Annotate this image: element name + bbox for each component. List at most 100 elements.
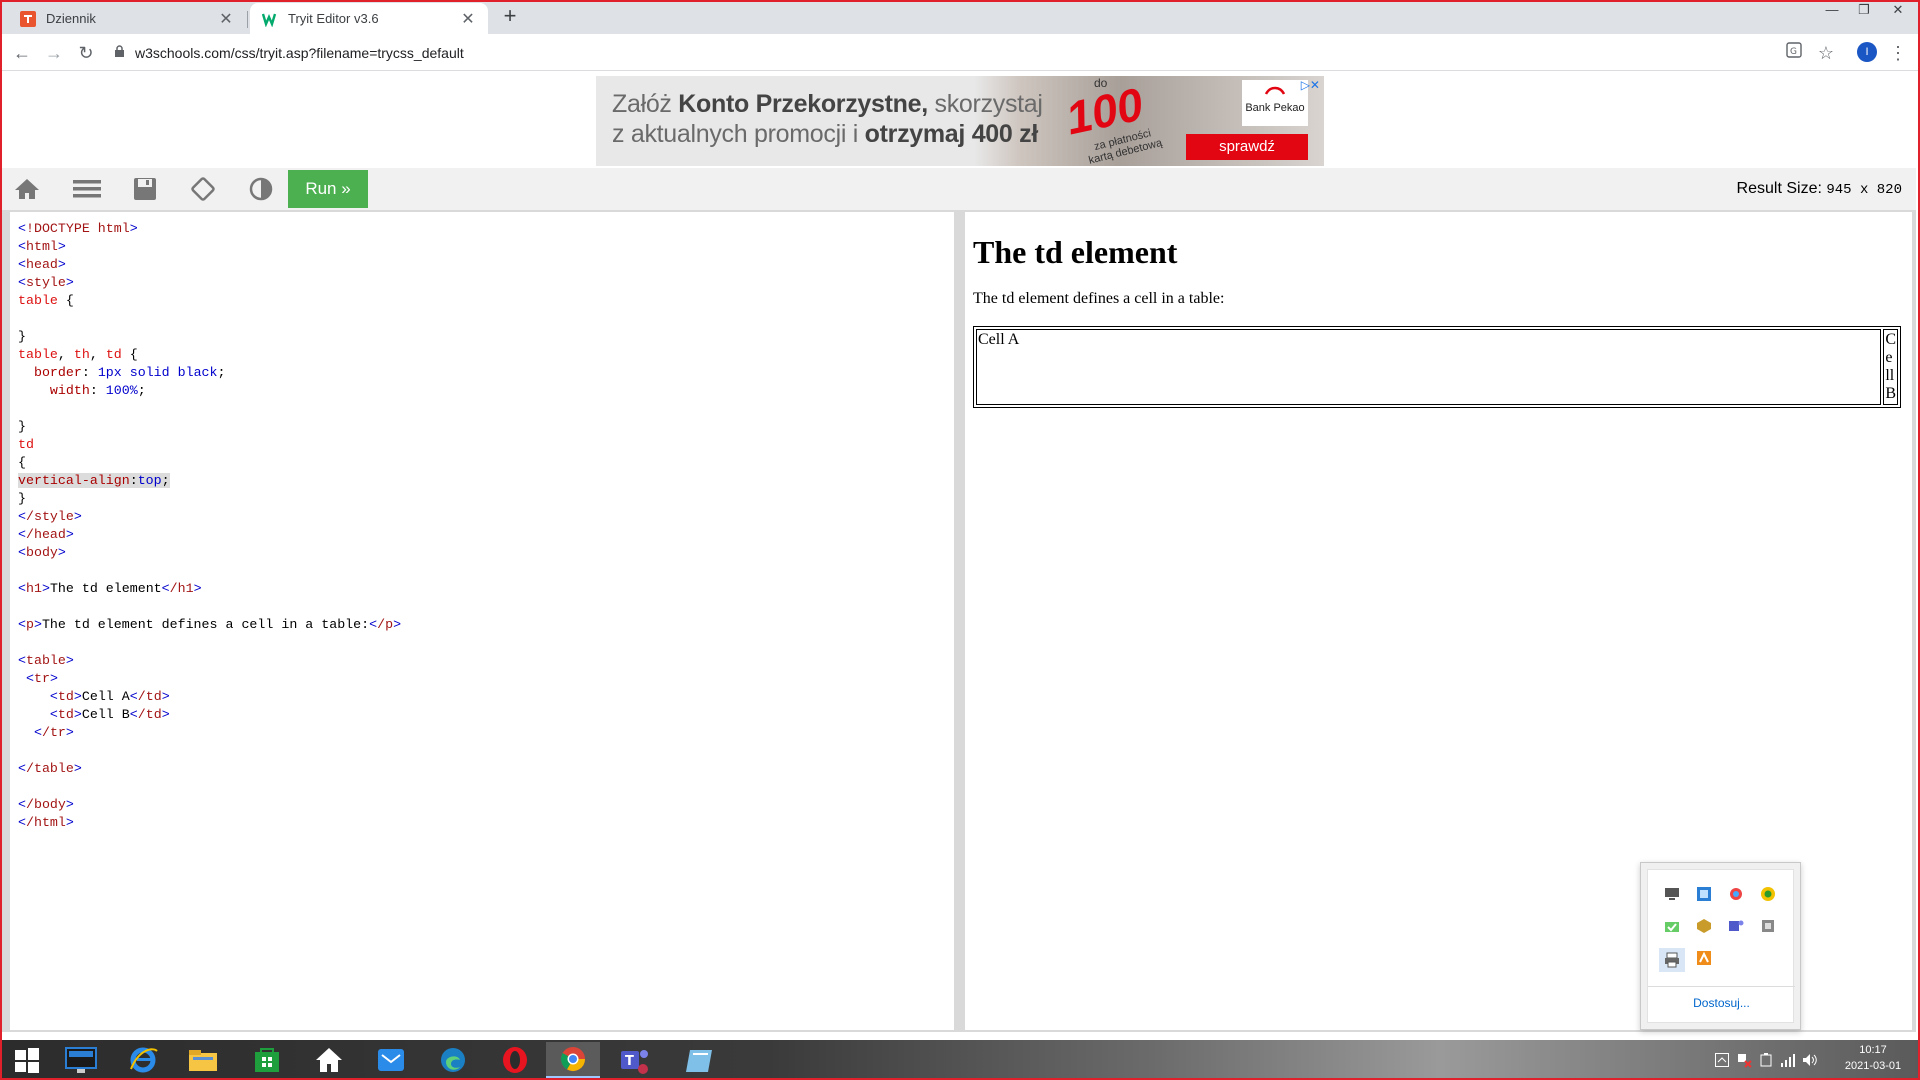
teams-app-icon[interactable]: T [608,1042,662,1078]
code-line: ​ [18,310,401,328]
system-clock[interactable]: 10:17 2021-03-01 [1838,1042,1908,1074]
code-line: border: 1px solid black; [33,365,226,380]
tray-overflow-popup: Dostosuj... [1640,862,1801,1030]
close-tab-icon[interactable]: ✕ [460,9,476,29]
home-app-icon[interactable] [302,1042,356,1078]
ad-bank-logo: Bank Pekao [1242,80,1308,126]
network-tray-icon[interactable] [1694,884,1714,904]
start-button[interactable] [0,1042,54,1078]
bank-logo-icon [1264,86,1286,95]
tab-strip: Dziennik ✕ Tryit Editor v3.6 ✕ + — ❐ ✕ [0,0,1920,34]
code-line: </style> [18,509,82,524]
show-hidden-icons-icon[interactable] [1714,1052,1730,1068]
code-line: } [18,329,26,344]
code-line: ​ [18,598,401,616]
run-button[interactable]: Run » [288,170,368,208]
file-explorer-icon[interactable] [176,1042,230,1078]
tab-tryit-editor[interactable]: Tryit Editor v3.6 ✕ [250,3,488,34]
code-line: </tr> [33,725,74,740]
code-line: <td>Cell A</td> [49,689,170,704]
reload-icon[interactable]: ↻ [74,41,98,65]
code-line: </table> [18,761,82,776]
back-icon[interactable]: ← [10,41,34,65]
mail-app-icon[interactable] [364,1042,418,1078]
dziennik-favicon-icon [20,10,36,27]
code-line: } [18,419,26,434]
code-editor[interactable]: <!DOCTYPE html> <html> <head> <style> table … [10,212,954,1030]
ad-headline-line1: Załóż Konto Przekorzystne, skorzystaj [612,90,1043,118]
translate-icon[interactable]: G [1782,41,1806,65]
ad-close-icon[interactable]: ▷✕ [1301,78,1320,92]
edge-icon[interactable] [426,1042,480,1078]
minimize-icon[interactable]: — [1816,0,1848,20]
tab-dziennik[interactable]: Dziennik ✕ [8,3,246,34]
device-tray-icon[interactable] [1758,916,1778,936]
tab-label: Dziennik [46,11,96,26]
lenovo-app-icon[interactable] [54,1042,108,1078]
internet-explorer-icon[interactable] [116,1042,170,1078]
bookmark-star-icon[interactable]: ☆ [1814,41,1838,65]
volume-tray-icon[interactable] [1802,1052,1818,1068]
code-line: ​ [18,634,401,652]
power-tray-icon[interactable] [1758,1052,1774,1068]
store-icon[interactable] [240,1042,294,1078]
code-content[interactable]: <!DOCTYPE html> <html> <head> <style> table … [18,220,401,832]
table-row: Cell A Cell B [976,329,1898,405]
code-line: <html> [18,239,66,254]
display-tray-icon[interactable] [1662,884,1682,904]
new-tab-button[interactable]: + [498,5,522,29]
code-line: td [18,437,34,452]
profile-avatar[interactable]: I [1857,42,1877,62]
save-icon[interactable] [130,176,160,202]
code-line: ​ [18,778,401,796]
code-line: </body> [18,797,74,812]
code-line: table { [18,293,74,308]
cell-b: Cell B [1883,329,1898,405]
restore-icon[interactable]: ❐ [1848,0,1880,20]
menu-icon[interactable] [72,176,102,202]
flag-tray-icon[interactable] [1736,1052,1752,1068]
close-tab-icon[interactable]: ✕ [218,9,234,29]
home-icon[interactable] [12,176,42,202]
result-paragraph: The td element defines a cell in a table… [973,290,1225,307]
menu-kebab-icon[interactable]: ⋮ [1886,41,1910,65]
security-check-tray-icon[interactable] [1662,916,1682,936]
printer-tray-icon[interactable] [1659,948,1685,972]
colorful-tray-icon[interactable] [1726,884,1746,904]
code-line: <td>Cell B</td> [49,707,170,722]
code-line: </head> [18,527,74,542]
windows-logo-icon [15,1048,39,1073]
rotate-orientation-icon[interactable] [188,176,218,202]
teams-tray-icon[interactable] [1726,916,1746,936]
app-tray-icon[interactable] [1694,948,1714,968]
code-line: <h1>The td element</h1> [18,581,202,596]
tray-overflow-panel: Dostosuj... [1647,869,1795,1023]
package-tray-icon[interactable] [1694,916,1714,936]
result-heading: The td element [973,234,1178,270]
code-line: ​ [18,742,401,760]
ad-cta-button[interactable]: sprawdź [1186,134,1308,160]
tray-separator [1648,986,1795,987]
opera-icon[interactable] [488,1042,542,1078]
contrast-icon[interactable] [246,176,276,202]
code-line: <!DOCTYPE html> [18,221,138,236]
close-window-icon[interactable]: ✕ [1882,0,1914,20]
ad-banner[interactable]: Załóż Konto Przekorzystne, skorzystaj z … [596,76,1324,166]
editor-panes: <!DOCTYPE html> <html> <head> <style> table … [2,210,1916,1032]
code-line: <style> [18,275,74,290]
address-bar[interactable]: w3schools.com/css/tryit.asp?filename=try… [108,38,1868,67]
code-line: </html> [18,815,74,830]
cell-a: Cell A [976,329,1882,405]
forward-icon[interactable]: → [42,41,66,65]
svg-text:G: G [1790,47,1797,57]
customize-link[interactable]: Dostosuj... [1648,996,1795,1010]
update-tray-icon[interactable] [1758,884,1778,904]
code-line: vertical-align:top; [18,473,170,488]
taskbar: T 10:17 2021-03-01 [0,1040,1920,1080]
notepad-app-icon[interactable] [672,1042,726,1078]
code-line: <p>The td element defines a cell in a ta… [18,617,402,632]
chrome-icon[interactable] [546,1042,600,1078]
signal-tray-icon[interactable] [1780,1052,1796,1068]
browser-toolbar: ← → ↻ w3schools.com/css/tryit.asp?filena… [0,34,1920,71]
tab-label: Tryit Editor v3.6 [288,11,379,26]
